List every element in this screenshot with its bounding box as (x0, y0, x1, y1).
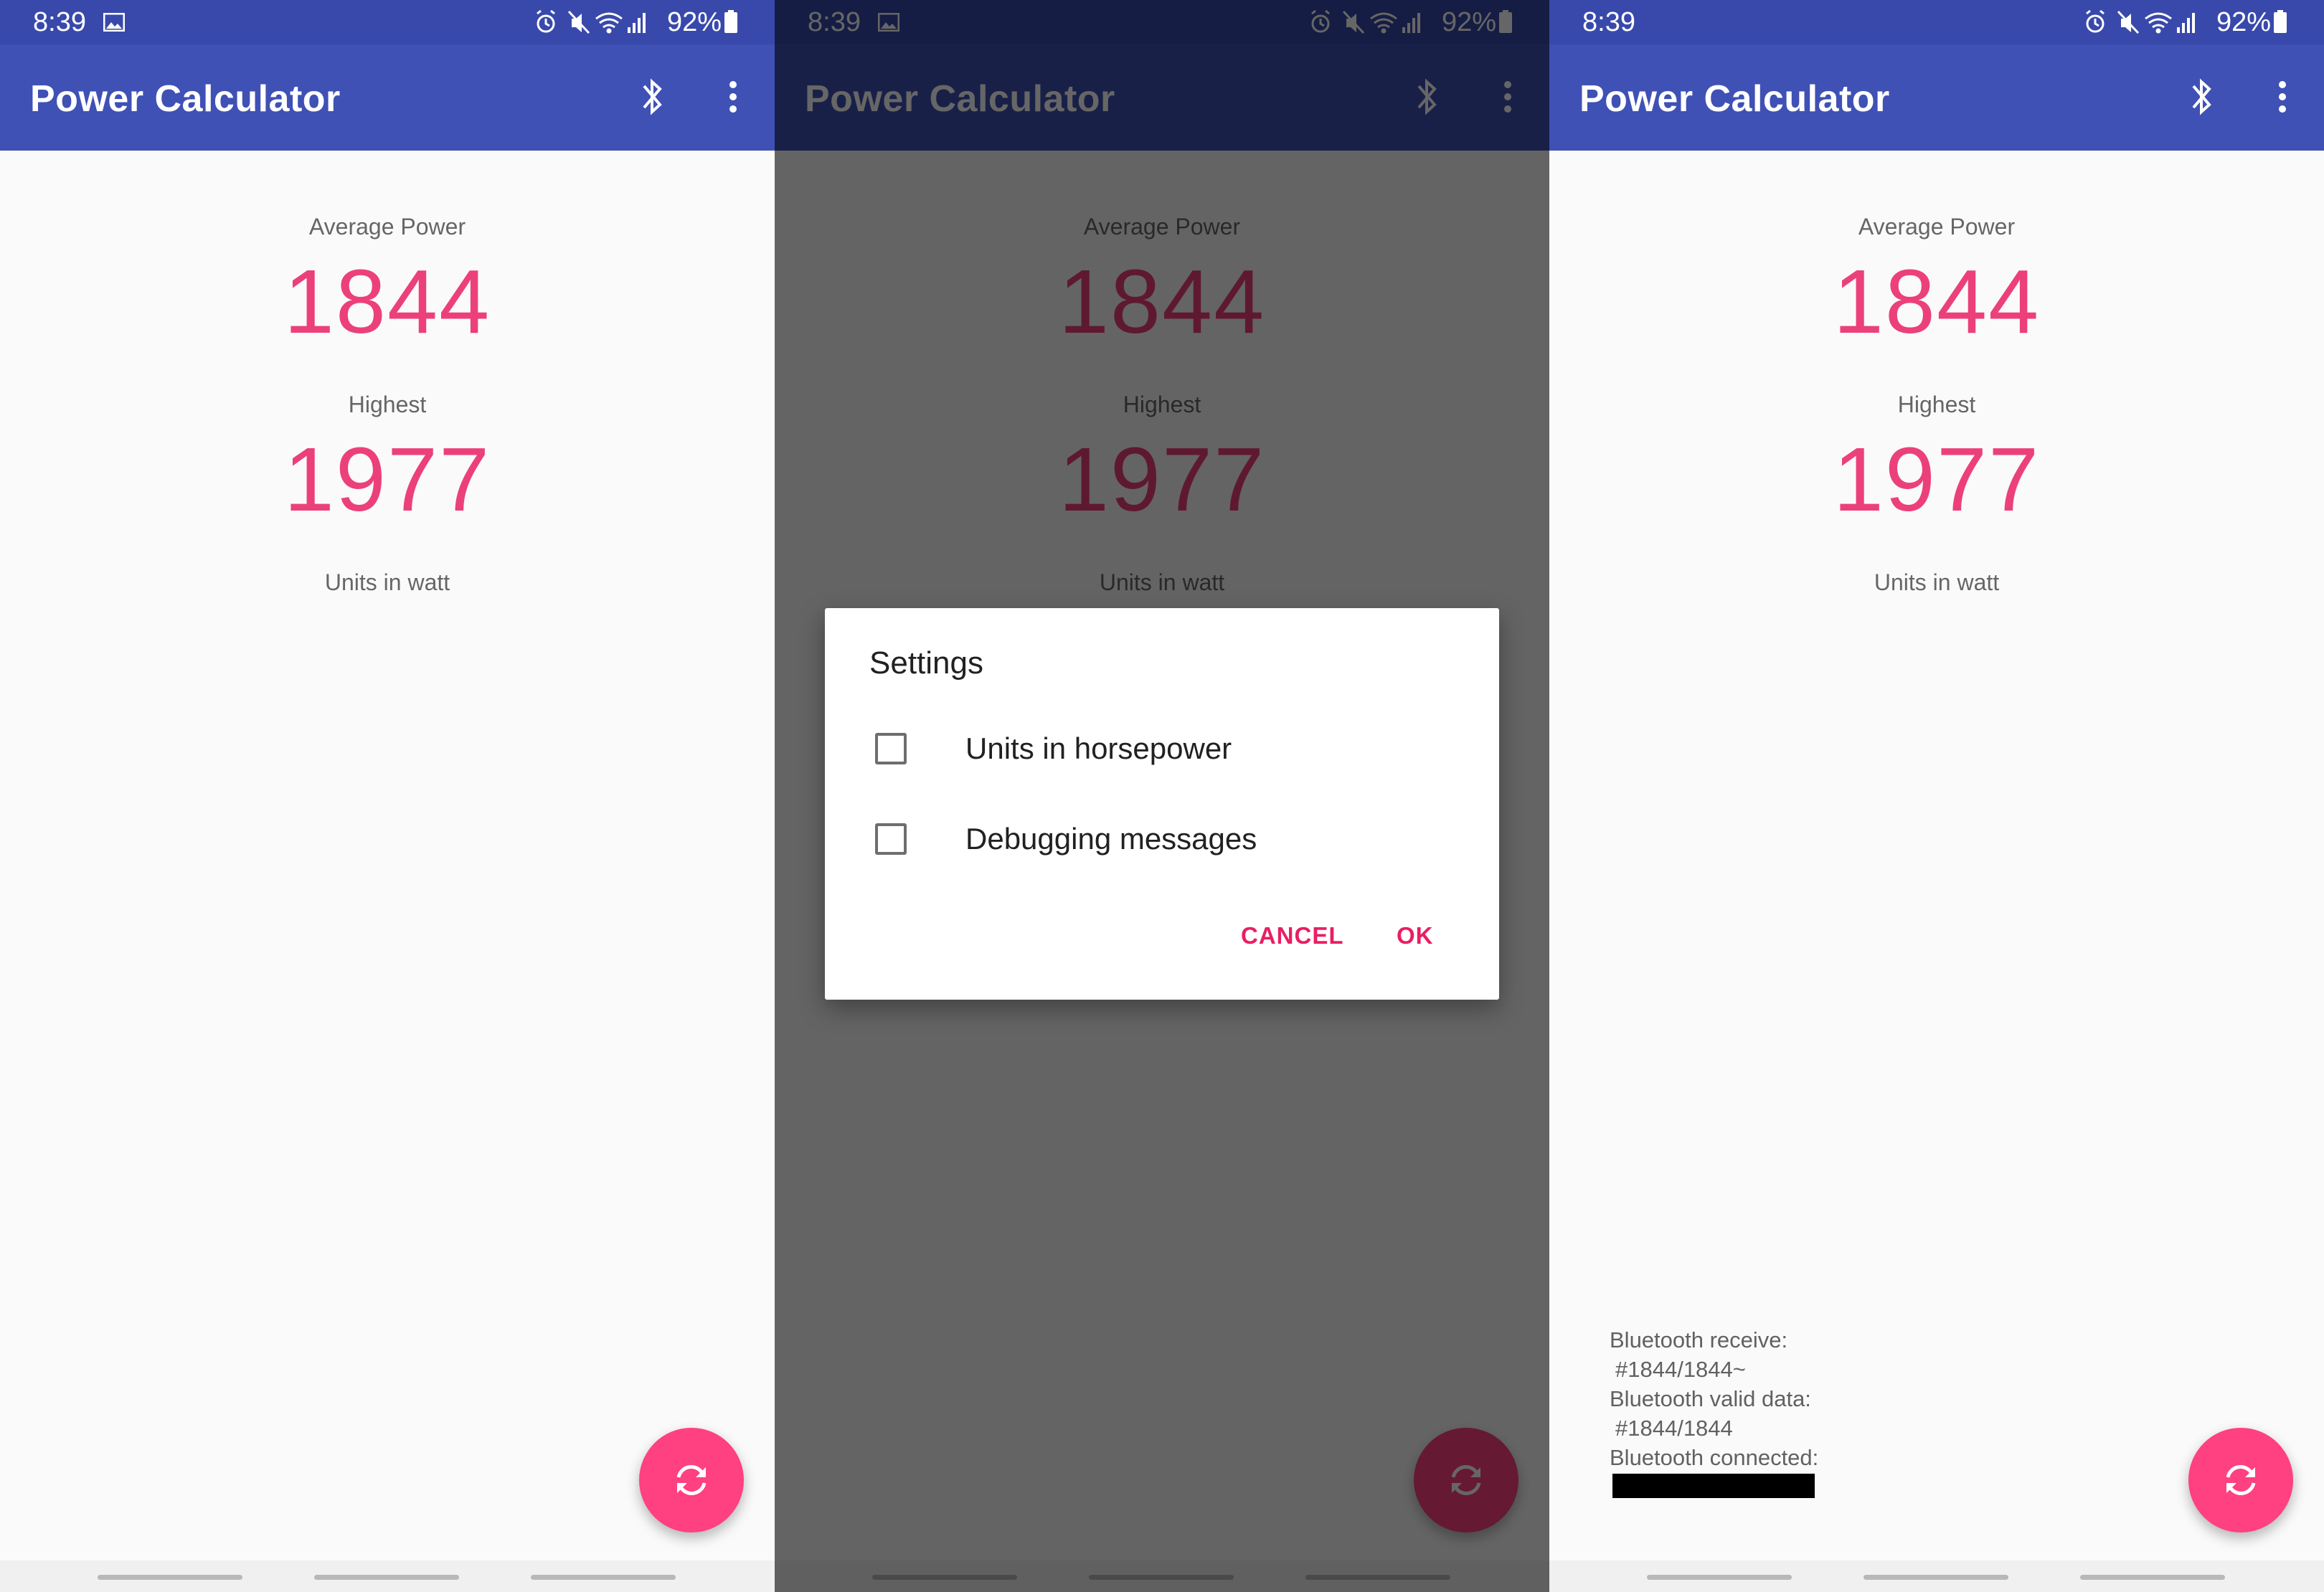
refresh-button[interactable] (639, 1428, 744, 1532)
image-icon (103, 13, 125, 32)
overflow-menu-icon[interactable] (717, 73, 749, 120)
system-icons (2086, 9, 2195, 34)
status-time: 8:39 (1582, 7, 1635, 37)
bluetooth-icon[interactable] (637, 73, 669, 120)
nav-pill-center[interactable] (1864, 1575, 2008, 1580)
cancel-button[interactable]: CANCEL (1241, 922, 1344, 949)
debugging-checkbox[interactable] (875, 823, 907, 855)
refresh-button[interactable] (2188, 1428, 2293, 1532)
nav-pill-left[interactable] (98, 1575, 242, 1580)
units-label: Units in watt (324, 569, 450, 595)
battery-percent: 92% (2216, 7, 2272, 37)
option-debugging-messages[interactable]: Debugging messages (869, 813, 1458, 863)
average-power-value: 1844 (1833, 251, 2041, 352)
horsepower-checkbox[interactable] (875, 733, 907, 764)
nav-pill-center[interactable] (314, 1575, 459, 1580)
bluetooth-connected-label: Bluetooth connected: (1610, 1445, 1819, 1470)
status-time: 8:39 (33, 7, 86, 37)
signal-icon (628, 13, 646, 33)
battery-percent: 92% (667, 7, 722, 37)
system-icons (537, 9, 646, 34)
settings-dialog: Settings Units in horsepower Debugging m… (825, 608, 1499, 1000)
units-label: Units in watt (1874, 569, 2000, 595)
highest-value: 1977 (1833, 429, 2041, 530)
status-bar: 8:39 92% (1549, 0, 2324, 44)
wifi-icon (595, 12, 623, 34)
highest-label: Highest (348, 392, 427, 417)
status-bar: 8:39 92% (0, 0, 775, 44)
dialog-title: Settings (869, 645, 983, 681)
app-title: Power Calculator (1579, 78, 1890, 120)
bluetooth-receive-label: Bluetooth receive: (1610, 1327, 1788, 1352)
highest-label: Highest (1897, 392, 1976, 417)
screen-debug: 8:39 92% Power Calculator Average Power … (1549, 0, 2324, 1592)
refresh-icon (676, 1465, 707, 1495)
nav-pill-left[interactable] (1647, 1575, 1792, 1580)
average-power-label: Average Power (1858, 214, 2016, 240)
bluetooth-valid-label: Bluetooth valid data: (1610, 1386, 1811, 1411)
bluetooth-receive-value: #1844/1844~ (1615, 1357, 1746, 1382)
bluetooth-icon[interactable] (2186, 73, 2218, 120)
highest-value: 1977 (283, 429, 491, 530)
redacted-device-name (1612, 1474, 1815, 1498)
bluetooth-valid-value: #1844/1844 (1615, 1416, 1733, 1441)
navigation-bar (0, 1560, 775, 1592)
mute-icon (567, 10, 590, 34)
alarm-icon (2086, 9, 2105, 33)
battery-icon (2274, 10, 2287, 33)
refresh-icon (2226, 1465, 2256, 1495)
screen-main: 8:39 92% Power Calculator Average Power … (0, 0, 775, 1592)
battery-icon (724, 10, 737, 33)
app-title: Power Calculator (30, 78, 341, 120)
screen-settings-dialog: 8:39 92% Power Calculator Average Power … (775, 0, 1549, 1592)
alarm-icon (537, 9, 555, 33)
navigation-bar (1549, 1560, 2324, 1592)
average-power-label: Average Power (308, 214, 466, 240)
wifi-icon (2145, 12, 2172, 34)
nav-pill-right[interactable] (531, 1575, 676, 1580)
horsepower-label: Units in horsepower (965, 731, 1232, 765)
debugging-label: Debugging messages (965, 822, 1257, 856)
average-power-value: 1844 (283, 251, 491, 352)
ok-button[interactable]: OK (1397, 922, 1434, 949)
nav-pill-right[interactable] (2080, 1575, 2225, 1580)
option-units-horsepower[interactable]: Units in horsepower (869, 723, 1458, 773)
app-bar: Power Calculator (1549, 44, 2324, 151)
overflow-menu-icon[interactable] (2267, 73, 2298, 120)
app-bar: Power Calculator (0, 44, 775, 151)
mute-icon (2117, 10, 2140, 34)
debug-panel: Bluetooth receive: #1844/1844~ Bluetooth… (1610, 1325, 1818, 1498)
signal-icon (2177, 13, 2195, 33)
